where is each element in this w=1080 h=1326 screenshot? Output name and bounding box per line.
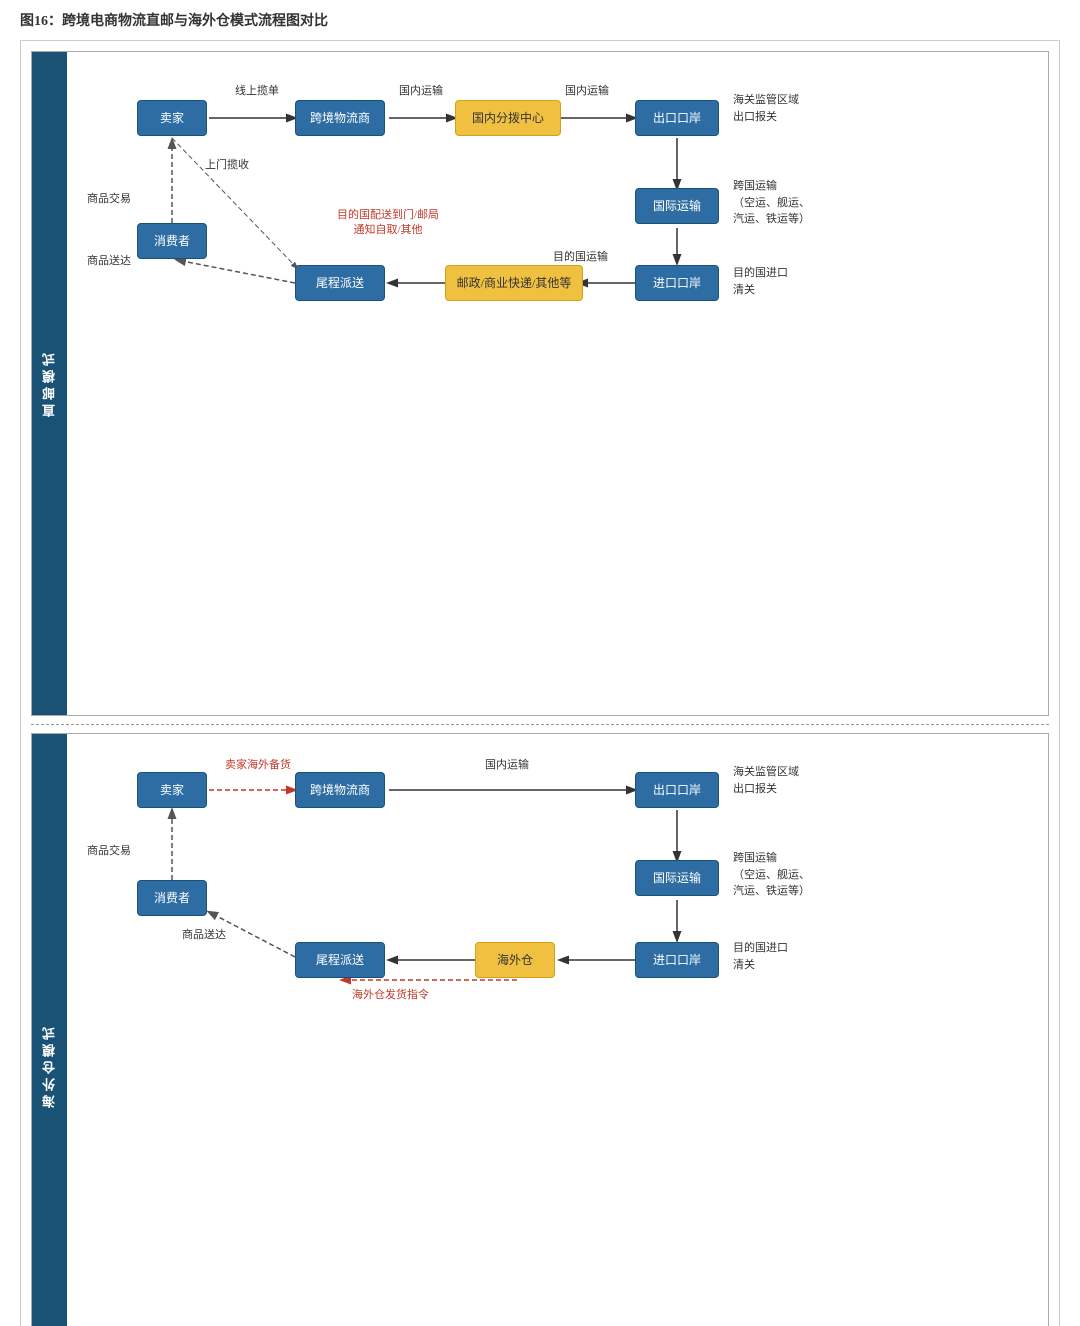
box-s1-logistics: 跨境物流商 <box>295 100 385 136</box>
section1-content: 卖家 跨境物流商 国内分拨中心 出口口岸 消费者 国际运输 尾程派送 邮政/商业… <box>67 52 1048 715</box>
section1-label: 直邮模式 <box>32 52 67 715</box>
box-s2-last-mile: 尾程派送 <box>295 942 385 978</box>
box-s1-last-mile: 尾程派送 <box>295 265 385 301</box>
label-s2-goods-trade: 商品交易 <box>87 842 131 858</box>
box-s1-import-port: 进口口岸 <box>635 265 719 301</box>
sidenote-s1-intl: 跨国运输（空运、舰运、汽运、铁运等） <box>733 178 810 228</box>
label-s1-online-order: 线上揽单 <box>235 82 279 98</box>
box-s2-overseas-warehouse: 海外仓 <box>475 942 555 978</box>
section1-flow: 卖家 跨境物流商 国内分拨中心 出口口岸 消费者 国际运输 尾程派送 邮政/商业… <box>77 60 1038 330</box>
label-s1-dest-transport: 目的国运输 <box>553 248 608 264</box>
sidenote-s1-dest-customs: 目的国进口清关 <box>733 265 788 298</box>
label-s1-domestic-transport1: 国内运输 <box>399 82 443 98</box>
section2-arrows <box>77 742 1038 1022</box>
box-s2-import-port: 进口口岸 <box>635 942 719 978</box>
section1: 直邮模式 <box>31 51 1049 716</box>
box-s1-consumer: 消费者 <box>137 223 207 259</box>
section2-content: 卖家 跨境物流商 出口口岸 消费者 国际运输 尾程派送 海外仓 进口口岸 卖家海… <box>67 734 1048 1326</box>
section-divider <box>31 724 1049 725</box>
sidenote-s2-intl: 跨国运输（空运、舰运、汽运、铁运等） <box>733 850 810 900</box>
diagram-container: 直邮模式 <box>20 40 1060 1326</box>
page-title: 图16：跨境电商物流直邮与海外仓模式流程图对比 <box>20 10 1060 30</box>
label-s1-goods-deliver: 商品送达 <box>87 252 131 268</box>
label-s1-pickup: 上门揽收 <box>205 156 249 172</box>
box-s1-intl-transport: 国际运输 <box>635 188 719 224</box>
box-s2-seller: 卖家 <box>137 772 207 808</box>
sidenote-s1-customs: 海关监管区域出口报关 <box>733 92 799 125</box>
section2-label: 海外仓模式 <box>32 734 67 1326</box>
label-s1-domestic-transport2: 国内运输 <box>565 82 609 98</box>
label-s2-domestic-transport: 国内运输 <box>485 756 529 772</box>
sidenote-s2-customs: 海关监管区域出口报关 <box>733 764 799 797</box>
box-s2-intl-transport: 国际运输 <box>635 860 719 896</box>
box-s1-postal: 邮政/商业快递/其他等 <box>445 265 583 301</box>
box-s2-logistics: 跨境物流商 <box>295 772 385 808</box>
box-s1-export-port: 出口口岸 <box>635 100 719 136</box>
page-container: 图16：跨境电商物流直邮与海外仓模式流程图对比 直邮模式 <box>20 10 1060 1326</box>
section2-flow: 卖家 跨境物流商 出口口岸 消费者 国际运输 尾程派送 海外仓 进口口岸 卖家海… <box>77 742 1038 1022</box>
box-s1-seller: 卖家 <box>137 100 207 136</box>
box-s2-consumer: 消费者 <box>137 880 207 916</box>
label-s2-goods-deliver: 商品送达 <box>182 926 226 942</box>
section2: 海外仓模式 <box>31 733 1049 1326</box>
label-s1-dest-delivery: 目的国配送到门/邮局通知自取/其他 <box>337 208 439 239</box>
label-s2-overseas-stock: 卖家海外备货 <box>225 756 291 772</box>
box-s1-domestic-center: 国内分拨中心 <box>455 100 561 136</box>
sidenote-s2-dest-customs: 目的国进口清关 <box>733 940 788 973</box>
label-s2-warehouse-order: 海外仓发货指令 <box>352 986 429 1002</box>
box-s2-export-port: 出口口岸 <box>635 772 719 808</box>
label-s1-goods-trade: 商品交易 <box>87 190 131 206</box>
